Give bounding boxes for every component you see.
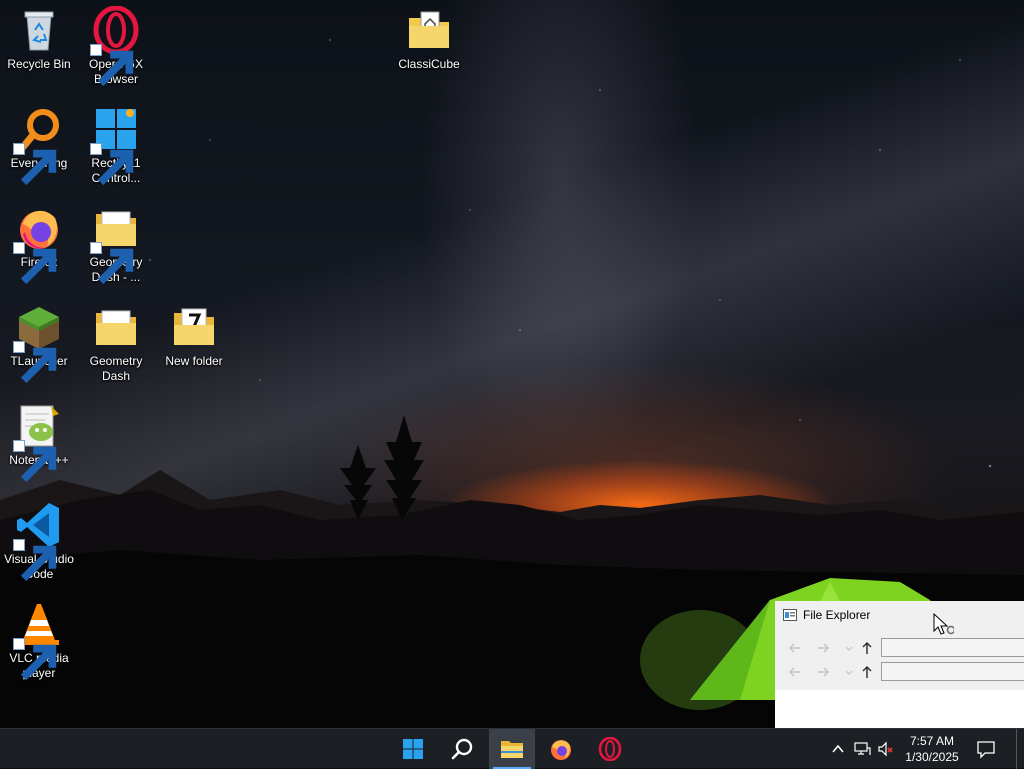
file-explorer-content-pane[interactable] bbox=[775, 690, 1024, 728]
desktop-icon-rectify11[interactable]: Rectify11 Control... bbox=[77, 105, 155, 186]
address-bar[interactable] bbox=[881, 662, 1024, 681]
file-explorer-window[interactable]: File Explorer bbox=[775, 601, 1024, 728]
shortcut-arrow-icon bbox=[90, 143, 134, 186]
search-icon bbox=[450, 737, 474, 761]
desktop-icon-everything[interactable]: Everything bbox=[0, 105, 78, 186]
address-bar[interactable] bbox=[881, 638, 1024, 657]
taskbar-firefox-button[interactable] bbox=[538, 729, 584, 769]
desktop-icon-firefox[interactable]: Firefox bbox=[0, 204, 78, 285]
desktop-icon-recycle-bin[interactable]: Recycle Bin bbox=[0, 6, 78, 72]
clock-time: 7:57 AM bbox=[909, 734, 955, 748]
firefox-icon bbox=[549, 737, 573, 761]
tlauncher-icon bbox=[13, 303, 63, 384]
opera-gx-icon bbox=[598, 737, 622, 761]
rectify11-icon bbox=[90, 105, 140, 186]
desktop-icon-tlauncher[interactable]: TLauncher bbox=[0, 303, 78, 384]
taskbar-file-explorer-button[interactable] bbox=[489, 729, 535, 769]
shortcut-arrow-icon bbox=[13, 242, 57, 285]
desktop-icon-vscode[interactable]: Visual Studio Code bbox=[0, 501, 78, 582]
up-arrow-icon[interactable] bbox=[859, 640, 875, 656]
recent-locations-chevron-icon[interactable] bbox=[841, 664, 853, 680]
vlc-icon bbox=[13, 600, 63, 681]
taskbar: 7:57 AM 1/30/2025 bbox=[0, 728, 1024, 769]
file-explorer-icon bbox=[783, 609, 797, 621]
desktop-icon-new-folder[interactable]: New folder bbox=[155, 303, 233, 369]
shortcut-arrow-icon bbox=[13, 143, 57, 186]
file-explorer-icon bbox=[500, 737, 524, 761]
folder-icon bbox=[90, 204, 140, 285]
mouse-cursor-busy-icon bbox=[932, 612, 954, 638]
notification-center-button[interactable] bbox=[976, 739, 998, 759]
notification-icon bbox=[976, 741, 996, 763]
shortcut-arrow-icon bbox=[13, 341, 57, 384]
desktop-icon-label: Recycle Bin bbox=[7, 57, 71, 71]
shortcut-arrow-icon bbox=[13, 638, 57, 681]
navigation-bar bbox=[775, 636, 1024, 660]
shortcut-arrow-icon bbox=[90, 44, 134, 87]
shortcut-arrow-icon bbox=[13, 539, 57, 582]
forward-arrow-icon[interactable] bbox=[815, 664, 831, 680]
file-explorer-titlebar[interactable]: File Explorer bbox=[775, 601, 1024, 631]
back-arrow-icon[interactable] bbox=[787, 664, 803, 680]
folder-icon bbox=[92, 303, 140, 351]
desktop-icon-label: Geometry Dash bbox=[89, 354, 143, 383]
up-arrow-icon[interactable] bbox=[859, 664, 875, 680]
notepadpp-icon bbox=[13, 402, 63, 483]
shortcut-arrow-icon bbox=[13, 440, 57, 483]
opera-gx-icon bbox=[90, 6, 140, 87]
volume-muted-icon[interactable] bbox=[876, 739, 896, 759]
desktop-icon-geometry-dash[interactable]: Geometry Dash bbox=[77, 303, 155, 384]
everything-search-icon bbox=[13, 105, 63, 186]
desktop-icon-classicube[interactable]: ClassiCube bbox=[390, 6, 468, 72]
desktop-icon-label: New folder bbox=[165, 354, 223, 368]
vscode-icon bbox=[13, 501, 63, 582]
clock-date: 1/30/2025 bbox=[905, 750, 959, 764]
taskbar-opera-gx-button[interactable] bbox=[587, 729, 633, 769]
show-desktop-button[interactable] bbox=[1016, 729, 1024, 769]
recycle-bin-icon bbox=[15, 6, 63, 54]
start-icon bbox=[401, 737, 425, 761]
desktop-icon-opera-gx[interactable]: Opera GX Browser bbox=[77, 6, 155, 87]
folder-7-icon bbox=[170, 303, 218, 351]
desktop-icon-geometry-dash-shortcut[interactable]: Geometry Dash - ... bbox=[77, 204, 155, 285]
recent-locations-chevron-icon[interactable] bbox=[841, 640, 853, 656]
network-icon[interactable] bbox=[852, 739, 872, 759]
start-button[interactable] bbox=[390, 729, 436, 769]
back-arrow-icon[interactable] bbox=[787, 640, 803, 656]
classicube-folder-icon bbox=[405, 6, 453, 54]
shortcut-arrow-icon bbox=[90, 242, 134, 285]
navigation-bar-secondary bbox=[775, 660, 1024, 684]
desktop-icon-vlc[interactable]: VLC media player bbox=[0, 600, 78, 681]
chevron-up-icon[interactable] bbox=[828, 739, 848, 759]
system-clock[interactable]: 7:57 AM 1/30/2025 bbox=[900, 733, 964, 765]
forward-arrow-icon[interactable] bbox=[815, 640, 831, 656]
taskbar-search-button[interactable] bbox=[439, 729, 485, 769]
window-title: File Explorer bbox=[803, 608, 871, 622]
desktop-icon-label: ClassiCube bbox=[398, 57, 460, 71]
firefox-icon bbox=[13, 204, 63, 285]
desktop-icon-notepadpp[interactable]: Notepad++ bbox=[0, 402, 78, 483]
